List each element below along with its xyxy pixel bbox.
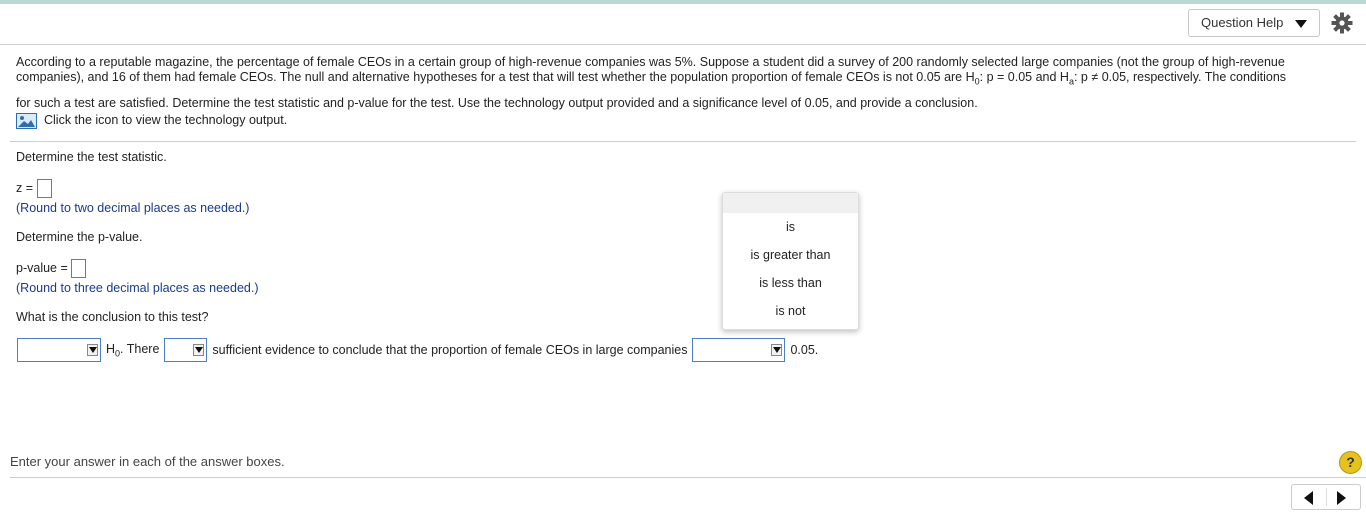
reject-decision-select[interactable]: [17, 338, 101, 362]
dropdown-option-is-less-than[interactable]: is less than: [723, 269, 858, 297]
next-arrow-icon[interactable]: [1337, 491, 1346, 505]
technology-output-label: Click the icon to view the technology ou…: [44, 113, 288, 127]
question-help-label: Question Help: [1201, 15, 1284, 30]
p-value-label: p-value =: [16, 261, 68, 275]
caret-down-icon: [1295, 20, 1307, 28]
question-help-button[interactable]: Question Help: [1188, 9, 1320, 37]
h0-label: H0. There: [106, 341, 160, 359]
conclusion-row: H0. There sufficient evidence to conclud…: [17, 338, 823, 362]
dropdown-blank-option[interactable]: [723, 193, 858, 213]
z-rounding-hint: (Round to two decimal places as needed.): [16, 201, 250, 215]
question-text: According to a reputable magazine, the p…: [16, 55, 1356, 111]
footer-instruction: Enter your answer in each of the answer …: [10, 454, 285, 469]
dropdown-arrow-icon[interactable]: [193, 344, 205, 356]
question-line-1: According to a reputable magazine, the p…: [16, 55, 1285, 69]
dropdown-arrow-icon[interactable]: [87, 344, 98, 356]
question-line-3: for such a test are satisfied. Determine…: [16, 95, 978, 110]
header-divider: [0, 44, 1366, 45]
conclusion-middle-text: sufficient evidence to conclude that the…: [212, 343, 688, 357]
section-divider: [10, 141, 1356, 142]
evidence-select[interactable]: [164, 338, 208, 362]
p-value-answer-row: p-value =: [16, 258, 87, 279]
footer-divider: [10, 477, 1366, 478]
previous-arrow-icon[interactable]: [1304, 491, 1313, 505]
navigation-buttons: [1291, 484, 1361, 510]
z-answer-row: z =: [16, 178, 52, 199]
gear-icon[interactable]: [1330, 11, 1354, 35]
technology-output-link[interactable]: Click the icon to view the technology ou…: [16, 111, 287, 129]
p-value-answer-box[interactable]: [71, 259, 87, 279]
dropdown-option-is[interactable]: is: [723, 213, 858, 241]
image-icon[interactable]: [16, 112, 37, 129]
test-statistic-prompt: Determine the test statistic.: [16, 150, 167, 164]
dropdown-option-is-not[interactable]: is not: [723, 297, 858, 325]
p-value-prompt: Determine the p-value.: [16, 230, 143, 244]
z-label: z =: [16, 181, 34, 195]
nav-divider: [1326, 488, 1327, 506]
comparison-dropdown-menu: is is greater than is less than is not: [722, 192, 859, 330]
question-line-2: companies), and 16 of them had female CE…: [16, 70, 1287, 87]
top-accent-bar: [0, 0, 1366, 4]
help-icon[interactable]: ?: [1339, 451, 1362, 474]
dropdown-arrow-icon[interactable]: [771, 344, 783, 356]
dropdown-option-is-greater-than[interactable]: is greater than: [723, 241, 858, 269]
comparison-value: 0.05.: [790, 343, 819, 357]
conclusion-prompt: What is the conclusion to this test?: [16, 310, 209, 324]
z-answer-box[interactable]: [36, 179, 52, 199]
comparison-select[interactable]: [692, 338, 786, 362]
p-value-rounding-hint: (Round to three decimal places as needed…: [16, 281, 259, 295]
